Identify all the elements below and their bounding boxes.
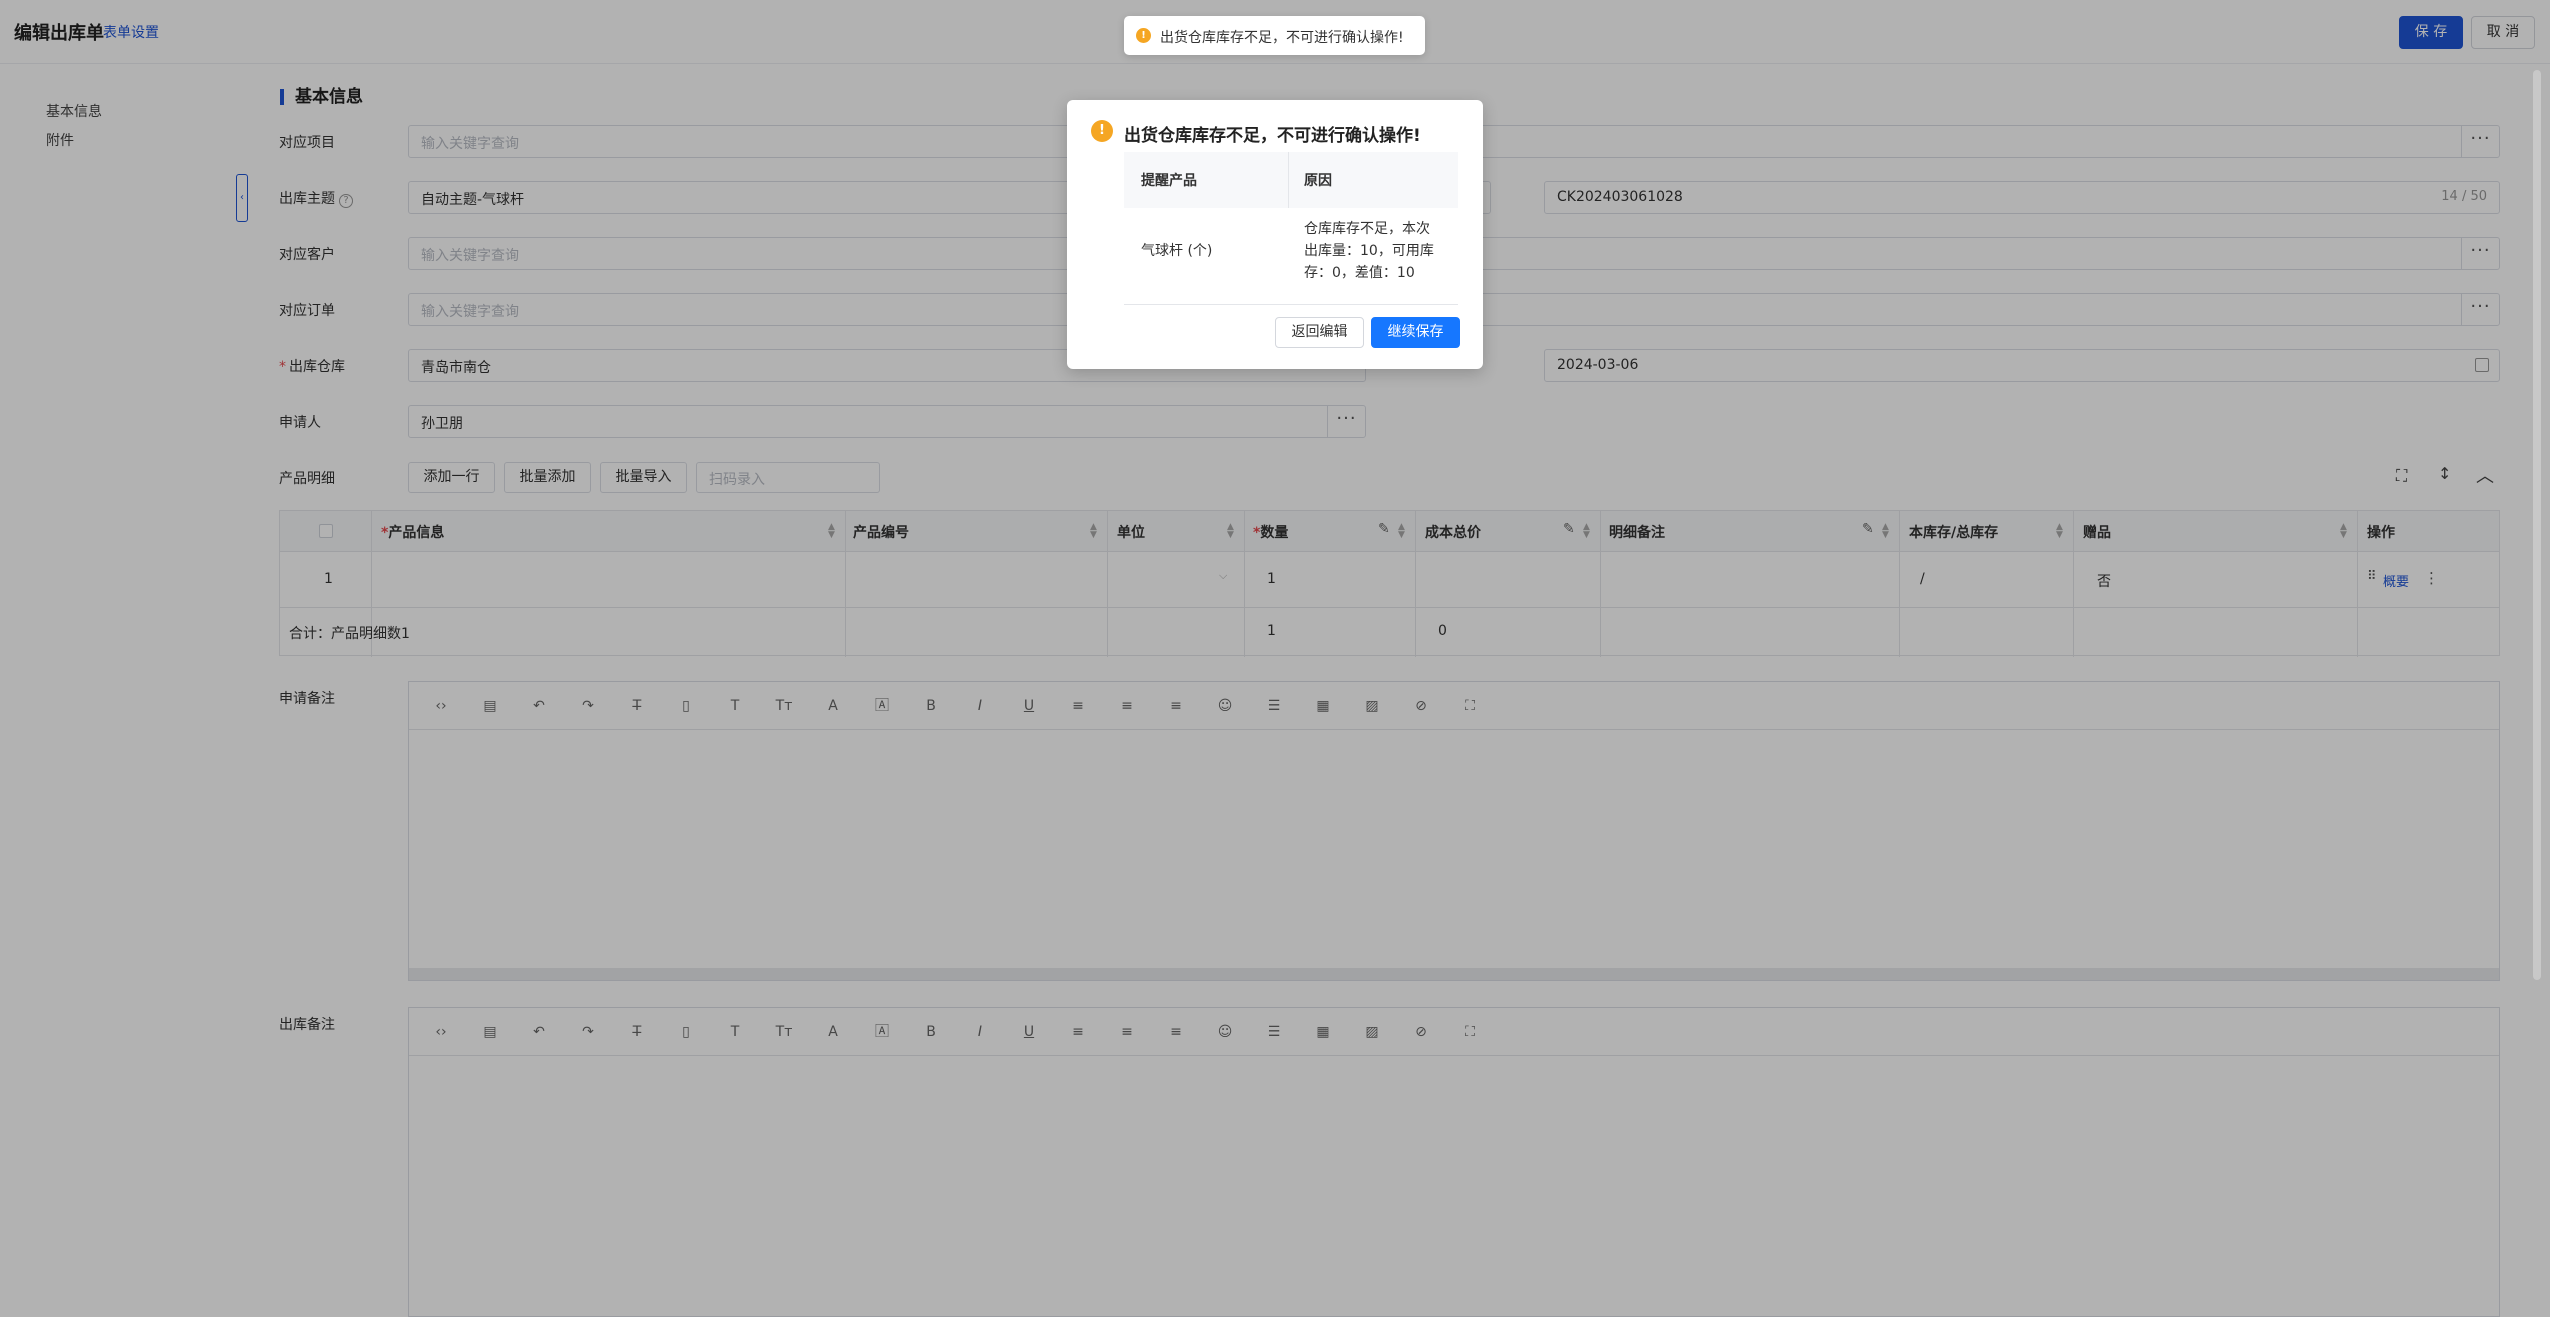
continue-save-button[interactable]: 继续保存 bbox=[1371, 317, 1460, 348]
back-to-edit-button[interactable]: 返回编辑 bbox=[1275, 317, 1364, 348]
toast-message: 出货仓库库存不足，不可进行确认操作! bbox=[1160, 30, 1404, 46]
warning-icon: ! bbox=[1136, 28, 1151, 43]
dialog-reason-line: 存：0，差值：10 bbox=[1304, 265, 1415, 281]
dialog-header-product: 提醒产品 bbox=[1141, 173, 1197, 189]
dialog-header-reason: 原因 bbox=[1304, 173, 1332, 189]
dialog-table: 提醒产品 原因 气球杆 (个) 仓库库存不足，本次 出库量：10，可用库 存：0… bbox=[1124, 152, 1458, 305]
column-divider bbox=[1288, 152, 1289, 208]
stock-warning-dialog: ! 出货仓库库存不足，不可进行确认操作! 提醒产品 原因 气球杆 (个) 仓库库… bbox=[1067, 100, 1483, 369]
dialog-reason-line: 出库量：10，可用库 bbox=[1304, 243, 1434, 259]
dialog-title: 出货仓库库存不足，不可进行确认操作! bbox=[1124, 126, 1421, 146]
dialog-reason-line: 仓库库存不足，本次 bbox=[1304, 221, 1430, 237]
page-scrollbar[interactable] bbox=[2533, 70, 2541, 980]
warning-toast: ! 出货仓库库存不足，不可进行确认操作! bbox=[1124, 16, 1425, 55]
dialog-product-name: 气球杆 (个) bbox=[1141, 243, 1213, 259]
row-divider bbox=[1124, 304, 1458, 305]
warning-icon: ! bbox=[1091, 120, 1113, 142]
